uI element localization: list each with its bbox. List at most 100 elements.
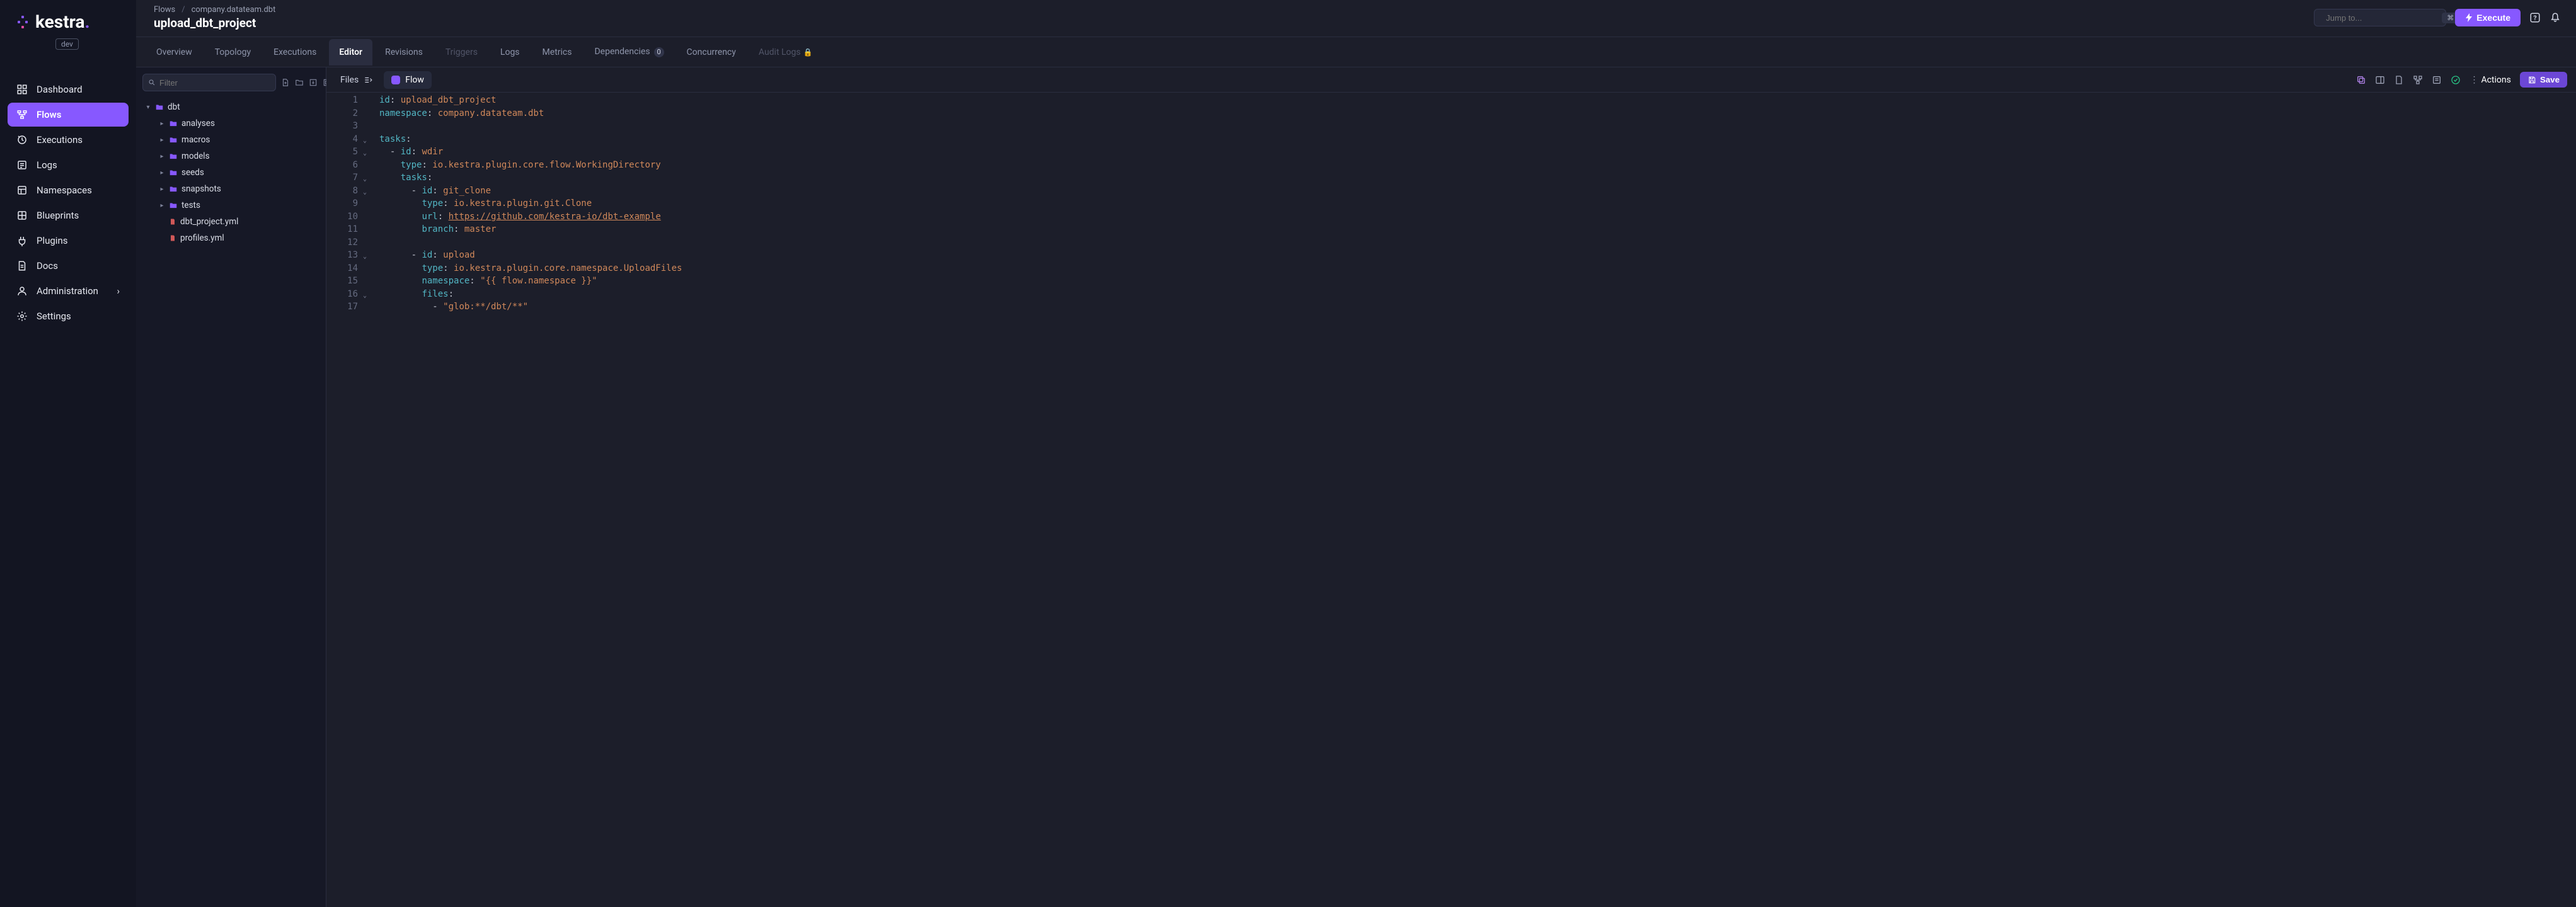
bolt-icon (2465, 13, 2473, 22)
folder-icon (169, 168, 178, 177)
fold-chevron-icon[interactable]: ⌄ (363, 251, 367, 264)
code-line[interactable]: tasks: (379, 171, 682, 185)
fold-chevron-icon[interactable]: ⌄ (363, 147, 367, 161)
code-line[interactable]: - id: wdir (379, 145, 682, 159)
tab-overview[interactable]: Overview (146, 39, 202, 66)
code-line[interactable]: - id: upload (379, 249, 682, 262)
tree-item-label: snapshots (181, 184, 221, 194)
code-editor[interactable]: 1234⌄5⌄67⌄8⌄910111213⌄141516⌄17 id: uplo… (326, 93, 2576, 907)
code-line[interactable]: type: io.kestra.plugin.git.Clone (379, 197, 682, 210)
folder-icon (155, 103, 164, 111)
fold-chevron-icon[interactable]: ⌄ (363, 135, 367, 148)
new-file-icon[interactable] (281, 78, 290, 87)
filter-box[interactable] (142, 74, 276, 91)
execute-button[interactable]: Execute (2455, 9, 2521, 26)
file-panel: ▾dbt▸analyses▸macros▸models▸seeds ▸ snapsh… (136, 67, 326, 907)
sidebar-item-settings[interactable]: Settings (8, 304, 129, 328)
sidebar-item-flows[interactable]: Flows (8, 103, 129, 127)
tree-file-profiles-yml[interactable]: profiles.yml (142, 230, 326, 246)
tree-folder-macros[interactable]: ▸macros (142, 132, 326, 148)
code-line[interactable]: namespace: "{{ flow.namespace }}" (379, 275, 682, 288)
tree-folder-root[interactable]: ▾dbt (142, 99, 326, 115)
help-icon[interactable]: ? (2529, 12, 2541, 23)
new-folder-icon[interactable] (295, 78, 304, 87)
flow-icon (391, 76, 400, 84)
tree-view-icon[interactable] (2413, 75, 2423, 85)
tab-executions[interactable]: Executions (263, 39, 326, 66)
sidebar-item-blueprints[interactable]: Blueprints (8, 203, 129, 227)
doc-panel-icon[interactable] (2432, 75, 2442, 85)
tab-revisions[interactable]: Revisions (375, 39, 433, 66)
namespaces-icon (16, 185, 28, 196)
sidebar-item-dashboard[interactable]: Dashboard (8, 77, 129, 101)
fold-chevron-icon[interactable]: ⌄ (363, 186, 367, 200)
code-line[interactable]: - "glob:**/dbt/**" (379, 300, 682, 314)
tree-folder-seeds[interactable]: ▸seeds (142, 164, 326, 181)
actions-button[interactable]: ⋮ Actions (2470, 75, 2510, 85)
settings-icon (16, 311, 28, 322)
topbar: Flows / company.datateam.dbt upload_dbt_… (136, 0, 2576, 37)
files-panel-button[interactable]: Files (335, 71, 377, 89)
breadcrumb-root[interactable]: Flows (154, 5, 175, 14)
tree-item-label: seeds (181, 168, 204, 178)
tab-logs[interactable]: Logs (490, 39, 530, 66)
fold-chevron-icon[interactable]: ⌄ (363, 173, 367, 186)
logo-icon (15, 14, 30, 30)
code-line[interactable]: id: upload_dbt_project (379, 94, 682, 107)
code-line[interactable]: type: io.kestra.plugin.core.flow.Working… (379, 159, 682, 172)
tab-editor[interactable]: Editor (329, 39, 372, 66)
sidebar-item-executions[interactable]: Executions (8, 128, 129, 152)
code-line[interactable]: files: (379, 288, 682, 301)
code-line[interactable]: branch: master (379, 223, 682, 236)
import-icon[interactable] (309, 78, 318, 87)
save-icon (2527, 76, 2536, 84)
breadcrumb: Flows / company.datateam.dbt (154, 5, 275, 14)
flows-icon (16, 109, 28, 120)
tree-folder-models[interactable]: ▸models (142, 148, 326, 164)
fold-chevron-icon[interactable]: ⌄ (363, 290, 367, 303)
sidebar-item-administration[interactable]: Administration › (8, 279, 129, 303)
folder-icon (169, 135, 178, 144)
breadcrumb-separator: / (181, 5, 185, 14)
jump-to-input[interactable] (2326, 13, 2437, 23)
code-line[interactable]: url: https://github.com/kestra-io/dbt-ex… (379, 210, 682, 224)
tree-file-dbt_project-yml[interactable]: dbt_project.yml (142, 214, 326, 230)
tab-dependencies[interactable]: Dependencies0 (584, 38, 674, 65)
tree-folder-tests[interactable]: ▸tests (142, 197, 326, 214)
tab-concurrency[interactable]: Concurrency (677, 39, 746, 66)
code-line[interactable]: - id: git_clone (379, 185, 682, 198)
sidebar-item-logs[interactable]: Logs (8, 153, 129, 177)
code-line[interactable]: tasks: (379, 133, 682, 146)
sidebar-item-label: Dashboard (37, 84, 83, 95)
tab-metrics[interactable]: Metrics (532, 39, 582, 66)
sidebar-item-namespaces[interactable]: Namespaces (8, 178, 129, 202)
code-line[interactable]: type: io.kestra.plugin.core.namespace.Up… (379, 262, 682, 275)
editor-pane: Files Flow ⋮ Actions (326, 67, 2576, 907)
logs-icon (16, 159, 28, 171)
docs-icon (16, 260, 28, 271)
copy-icon[interactable] (2356, 75, 2366, 85)
jump-to-search[interactable]: ⌘ Ctrl/Cmd + K (2314, 9, 2446, 26)
filter-input[interactable] (159, 78, 270, 88)
code-line[interactable] (379, 236, 682, 249)
caret-icon: ▸ (159, 186, 165, 193)
save-button[interactable]: Save (2520, 72, 2567, 88)
document-icon[interactable] (2394, 75, 2404, 85)
tree-folder-analyses[interactable]: ▸analyses (142, 115, 326, 132)
sidebar-item-label: Administration (37, 285, 98, 297)
tab-audit-logs: Audit Logs🔒 (749, 39, 823, 66)
side-panel-icon[interactable] (2375, 75, 2385, 85)
flow-tab[interactable]: Flow (384, 71, 432, 89)
plugins-icon (16, 235, 28, 246)
tab-topology[interactable]: Topology (205, 39, 261, 66)
code-line[interactable]: namespace: company.datateam.dbt (379, 107, 682, 120)
breadcrumb-namespace[interactable]: company.datateam.dbt (192, 5, 276, 14)
tab-triggers: Triggers (435, 39, 488, 66)
bell-icon[interactable] (2550, 12, 2561, 23)
chevron-right-icon: › (117, 285, 120, 297)
code-line[interactable] (379, 120, 682, 133)
sidebar-item-plugins[interactable]: Plugins (8, 229, 129, 253)
tree-folder-snapshots[interactable]: ▸ snapshots (142, 181, 326, 197)
sidebar-item-docs[interactable]: Docs (8, 254, 129, 278)
flow-tabs: Overview Topology Executions Editor Revi… (136, 37, 2576, 67)
